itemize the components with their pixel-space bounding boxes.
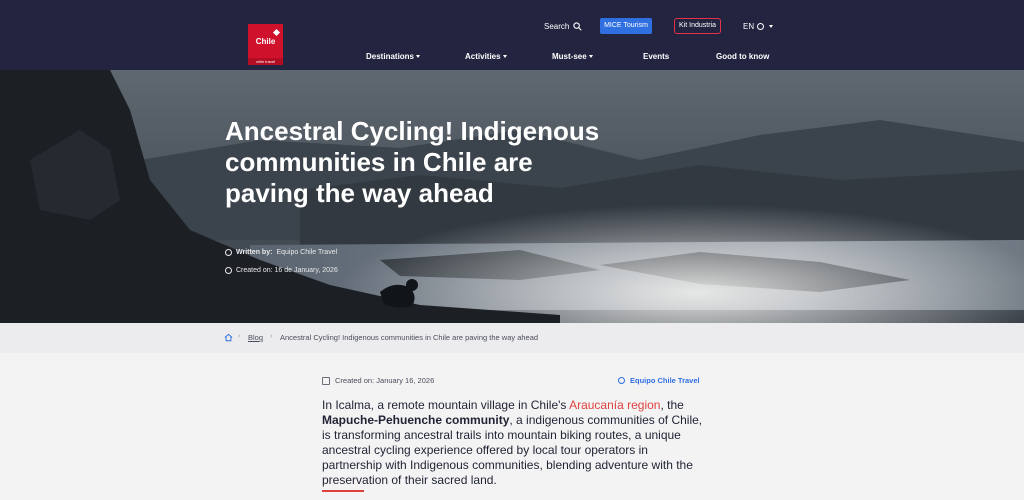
user-icon	[618, 377, 625, 384]
mice-tourism-button[interactable]: MICE Tourism	[600, 18, 652, 34]
written-by-value: Equipo Chile Travel	[276, 249, 338, 256]
divider	[322, 490, 364, 492]
nav-label: Must-see	[552, 51, 587, 61]
nav-activities[interactable]: Activities	[465, 49, 507, 63]
chevron-down-icon	[416, 54, 421, 58]
chevron-down-icon	[769, 24, 774, 28]
nav-label: Activities	[465, 51, 501, 61]
chevron-down-icon	[588, 54, 593, 58]
search-label: Search	[544, 21, 570, 31]
hero-created-on: Created on: 16 de January, 2026	[225, 267, 338, 274]
article-author-text: Equipo Chile Travel	[630, 376, 700, 385]
article-author-link[interactable]: Equipo Chile Travel	[618, 376, 700, 385]
article-title: Ancestral Cycling! Indigenous communitie…	[225, 116, 600, 208]
globe-icon	[757, 22, 765, 30]
written-by: Written by: Equipo Chile Travel	[225, 249, 337, 256]
logo-text: Chile	[255, 37, 276, 46]
nav-label: Events	[643, 51, 670, 61]
search-button[interactable]: Search	[544, 18, 583, 34]
nav-label: Good to know	[716, 51, 770, 61]
home-icon[interactable]	[224, 333, 233, 342]
calendar-icon	[322, 376, 330, 385]
chevron-right-icon: ›	[238, 333, 241, 340]
article-created-on: Created on: January 16, 2026	[322, 376, 434, 385]
article-intro-paragraph: In Icalma, a remote mountain village in …	[322, 398, 704, 488]
article-created-on-text: Created on: January 16, 2026	[335, 376, 435, 385]
araucania-region-link[interactable]: Araucanía region	[569, 398, 660, 412]
chevron-down-icon	[502, 54, 507, 58]
written-by-label: Written by:	[236, 249, 273, 256]
breadcrumb-current: Ancestral Cycling! Indigenous communitie…	[280, 333, 539, 342]
nav-events[interactable]: Events	[643, 49, 669, 63]
user-icon	[225, 249, 232, 256]
hero-created-on-text: Created on: 16 de January, 2026	[236, 267, 338, 274]
logo-strip: chile travel	[248, 58, 283, 65]
language-label: EN	[743, 21, 755, 31]
chevron-right-icon: ›	[270, 333, 273, 340]
breadcrumb: › Blog › Ancestral Cycling! Indigenous c…	[0, 323, 1024, 353]
nav-must-see[interactable]: Must-see	[552, 49, 593, 63]
star-icon	[272, 28, 281, 37]
community-name: Mapuche-Pehuenche community	[322, 413, 510, 427]
hero-banner: Ancestral Cycling! Indigenous communitie…	[0, 70, 1024, 323]
kit-industria-button[interactable]: Kit Industria	[674, 18, 721, 34]
chile-travel-logo[interactable]: Chile chile travel	[248, 24, 283, 65]
intro-text-a: In Icalma, a remote mountain village in …	[322, 398, 570, 412]
intro-text-b: , the	[660, 398, 684, 412]
clock-icon	[225, 267, 232, 274]
nav-destinations[interactable]: Destinations	[366, 49, 421, 63]
search-icon	[573, 21, 583, 31]
nav-good-to-know[interactable]: Good to know	[716, 49, 769, 63]
site-header: Chile chile travel Search MICE Tourism K…	[0, 0, 1024, 70]
breadcrumb-blog-link[interactable]: Blog	[248, 333, 263, 342]
language-selector[interactable]: EN	[743, 18, 774, 34]
nav-label: Destinations	[366, 51, 415, 61]
